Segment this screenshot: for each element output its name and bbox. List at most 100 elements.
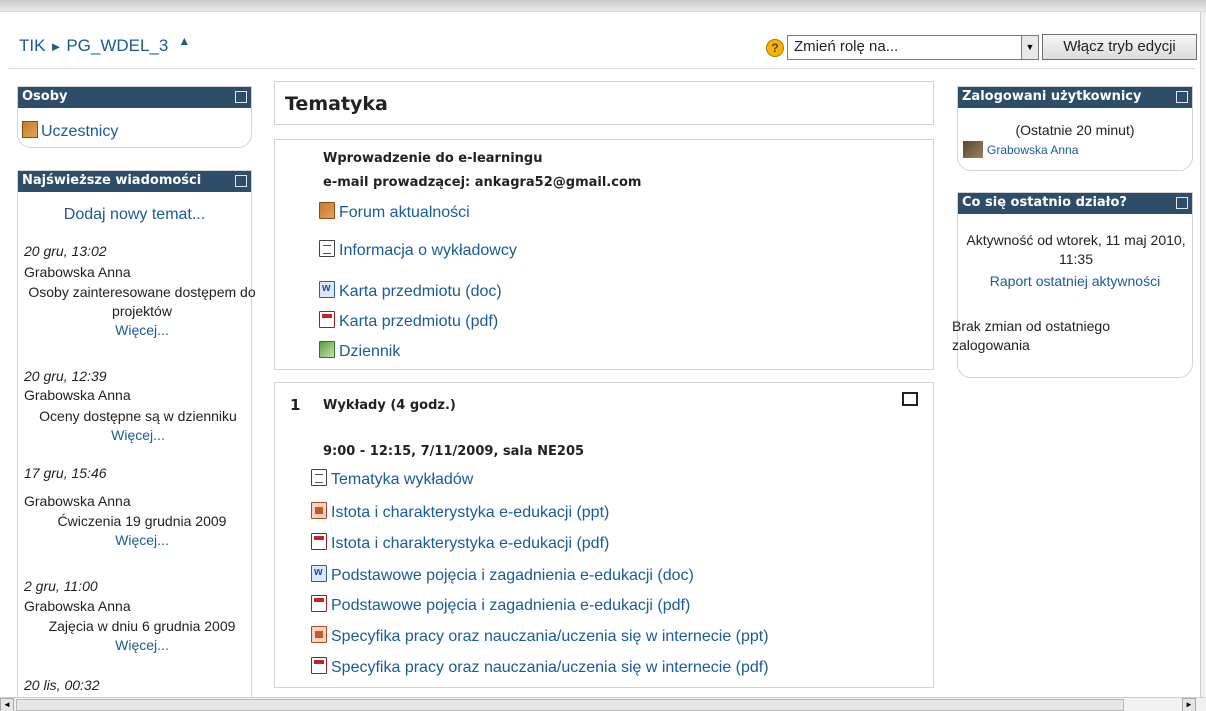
scroll-left-icon[interactable]: ◄ bbox=[0, 698, 14, 711]
news-item-text: Zajęcia w dniu 6 grudnia 2009 Więcej... bbox=[22, 617, 262, 655]
pdf-icon bbox=[311, 595, 327, 612]
gradebook-icon bbox=[319, 341, 335, 358]
switch-role-select-value: Zmień rolę na... bbox=[794, 38, 899, 55]
resource-link[interactable]: Karta przedmiotu (doc) bbox=[319, 281, 502, 301]
course-title-box: Tematyka bbox=[274, 81, 934, 125]
news-item-date: 20 gru, 13:02 bbox=[24, 243, 107, 259]
online-users-block-header: Zalogowani użytkownicy bbox=[958, 87, 1192, 108]
resource-link[interactable]: Karta przedmiotu (pdf) bbox=[319, 311, 498, 331]
page-icon bbox=[319, 240, 335, 257]
breadcrumb: TIK ► PG_WDEL_3 ▲ bbox=[19, 34, 190, 56]
horizontal-scrollbar[interactable]: ◄ ► bbox=[0, 697, 1206, 711]
section-number: 1 bbox=[290, 396, 301, 414]
resource-label: Istota i charakterystyka e-edukacji (pdf… bbox=[331, 535, 610, 552]
no-changes-text: Brak zmian od ostatniego zalogowania bbox=[952, 318, 1110, 353]
resource-link[interactable]: Podstawowe pojęcia i zagadnienia e-eduka… bbox=[311, 565, 694, 585]
news-item-author: Grabowska Anna bbox=[24, 387, 131, 403]
people-block: Osoby Uczestnicy bbox=[17, 86, 252, 148]
turn-editing-on-button[interactable]: Włącz tryb edycji bbox=[1042, 34, 1197, 60]
navbar: TIK ► PG_WDEL_3 ▲ ? Zmień rolę na... ▼ Włąc… bbox=[9, 26, 1197, 69]
resource-link[interactable]: Tematyka wykładów bbox=[311, 469, 473, 489]
resource-label: Podstawowe pojęcia i zagadnienia e-eduka… bbox=[331, 567, 694, 584]
people-icon bbox=[22, 121, 38, 138]
latest-news-block-header: Najświeższe wiadomości bbox=[18, 171, 251, 192]
news-item-body: Zajęcia w dniu 6 grudnia 2009 bbox=[48, 618, 236, 634]
news-item-more-link[interactable]: Więcej... bbox=[115, 532, 169, 548]
breadcrumb-root-link[interactable]: TIK bbox=[19, 36, 45, 55]
ppt-icon bbox=[311, 502, 327, 519]
pdf-icon bbox=[311, 533, 327, 550]
forum-icon bbox=[319, 202, 335, 219]
resource-label: Karta przedmiotu (pdf) bbox=[339, 313, 499, 330]
online-users-block-title: Zalogowani użytkownicy bbox=[962, 89, 1142, 104]
resource-link[interactable]: Informacja o wykładowcy bbox=[319, 240, 517, 260]
page-title: Tematyka bbox=[285, 93, 388, 115]
scroll-right-icon[interactable]: ► bbox=[1182, 698, 1196, 711]
resource-label: Informacja o wykładowcy bbox=[339, 242, 517, 259]
resource-label: Podstawowe pojęcia i zagadnienia e-eduka… bbox=[331, 597, 691, 614]
news-item-author: Grabowska Anna bbox=[24, 598, 131, 614]
recent-activity-report-link[interactable]: Raport ostatniej aktywności bbox=[958, 273, 1192, 289]
horizontal-scroll-thumb[interactable] bbox=[16, 699, 1124, 711]
page-icon bbox=[311, 469, 327, 486]
news-item-body: Ćwiczenia 19 grudnia 2009 bbox=[57, 513, 227, 529]
resource-label: Forum aktualności bbox=[339, 204, 470, 221]
resource-link[interactable]: Specyfika pracy oraz nauczania/uczenia s… bbox=[311, 657, 769, 677]
chevron-down-icon[interactable]: ▼ bbox=[1021, 36, 1038, 59]
news-item-more-link[interactable]: Więcej... bbox=[115, 322, 169, 338]
add-new-topic-link[interactable]: Dodaj nowy temat... bbox=[18, 206, 251, 224]
word-doc-icon bbox=[319, 281, 335, 298]
news-item-body: Osoby zainteresowane dostępem do projekt… bbox=[28, 284, 256, 319]
activity-since-text: Aktywność od wtorek, 11 maj 2010, 11:35 bbox=[966, 232, 1186, 267]
help-icon[interactable]: ? bbox=[766, 39, 784, 57]
news-item-more-link[interactable]: Więcej... bbox=[111, 427, 165, 443]
collapse-block-icon[interactable] bbox=[235, 175, 247, 187]
resource-label: Specyfika pracy oraz nauczania/uczenia s… bbox=[331, 628, 769, 645]
collapse-block-icon[interactable] bbox=[1176, 197, 1188, 209]
news-item-body: Oceny dostępne są w dzienniku bbox=[39, 408, 237, 424]
course-section-1: 1 Wykłady (4 godz.) 9:00 - 12:15, 7/11/2… bbox=[274, 382, 934, 688]
news-item-text: Oceny dostępne są w dzienniku Więcej... bbox=[38, 407, 238, 445]
news-item-text: Osoby zainteresowane dostępem do projekt… bbox=[22, 283, 262, 340]
resource-link[interactable]: Podstawowe pojęcia i zagadnienia e-eduka… bbox=[311, 595, 690, 615]
recent-activity-block-header: Co się ostatnio działo? bbox=[958, 193, 1192, 214]
recent-activity-block: Co się ostatnio działo? Aktywność od wto… bbox=[952, 192, 1193, 378]
latest-news-block-title: Najświeższe wiadomości bbox=[22, 173, 202, 188]
resource-link[interactable]: Dziennik bbox=[319, 341, 400, 361]
online-users-block: Zalogowani użytkownicy (Ostatnie 20 minu… bbox=[957, 86, 1193, 171]
section-title: Wykłady (4 godz.) bbox=[323, 398, 456, 413]
avatar bbox=[963, 141, 983, 158]
news-item-author: Grabowska Anna bbox=[24, 493, 131, 509]
course-section-0: Wprowadzenie do e-learningu e-mail prowa… bbox=[274, 139, 934, 370]
vertical-scrollbar[interactable] bbox=[1200, 12, 1206, 697]
resource-label: Dziennik bbox=[339, 343, 401, 360]
collapse-block-icon[interactable] bbox=[235, 91, 247, 103]
section-heading: Wprowadzenie do e-learningu bbox=[323, 151, 543, 166]
news-item-more-link[interactable]: Więcej... bbox=[115, 637, 169, 653]
online-users-period: (Ostatnie 20 minut) bbox=[1015, 122, 1135, 138]
news-item-date: 20 gru, 12:39 bbox=[24, 368, 107, 384]
window-top-edge bbox=[0, 0, 1206, 12]
resource-link[interactable]: Istota i charakterystyka e-edukacji (ppt… bbox=[311, 502, 609, 522]
news-item-date: 17 gru, 15:46 bbox=[24, 465, 107, 481]
pdf-icon bbox=[311, 657, 327, 674]
switch-role-select[interactable]: Zmień rolę na... ▼ bbox=[787, 35, 1039, 60]
participants-link-label: Uczestnicy bbox=[41, 123, 119, 140]
hide-header-arrow-icon[interactable]: ▲ bbox=[178, 34, 190, 48]
resource-label: Tematyka wykładów bbox=[331, 471, 474, 488]
resource-label: Specyfika pracy oraz nauczania/uczenia s… bbox=[331, 659, 769, 676]
resource-link[interactable]: Istota i charakterystyka e-edukacji (pdf… bbox=[311, 533, 609, 553]
highlight-section-icon[interactable] bbox=[902, 392, 918, 406]
ppt-icon bbox=[311, 626, 327, 643]
breadcrumb-course-link[interactable]: PG_WDEL_3 bbox=[66, 36, 168, 55]
pdf-icon bbox=[319, 311, 335, 328]
resource-link[interactable]: Specyfika pracy oraz nauczania/uczenia s… bbox=[311, 626, 769, 646]
word-doc-icon bbox=[311, 565, 327, 582]
collapse-block-icon[interactable] bbox=[1176, 91, 1188, 103]
people-block-header: Osoby bbox=[18, 87, 251, 108]
online-user-item[interactable]: Grabowska Anna bbox=[963, 141, 1078, 158]
recent-activity-block-title: Co się ostatnio działo? bbox=[962, 195, 1127, 210]
resource-link[interactable]: Forum aktualności bbox=[319, 202, 470, 222]
participants-link[interactable]: Uczestnicy bbox=[22, 121, 118, 141]
section-contact-email: e-mail prowadzącej: ankagra52@gmail.com bbox=[323, 175, 642, 190]
